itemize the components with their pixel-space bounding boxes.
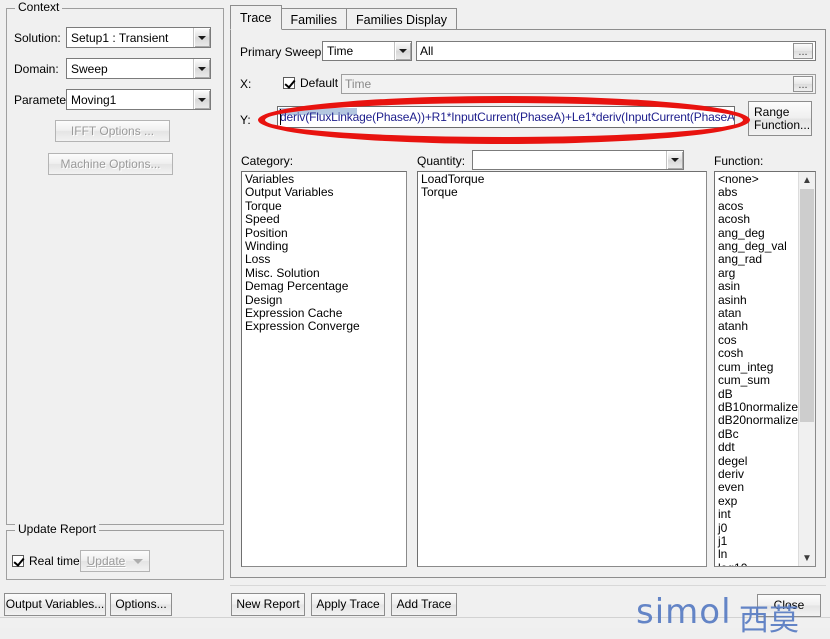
chevron-down-icon[interactable] (193, 28, 210, 47)
list-item[interactable]: Design (242, 293, 406, 307)
list-item[interactable]: Position (242, 226, 406, 240)
quantity-combo[interactable] (472, 150, 684, 170)
real-time-label: Real time (29, 554, 80, 568)
chevron-down-icon[interactable] (666, 151, 683, 169)
quantity-list: LoadTorque Torque (418, 172, 706, 200)
tab-families-display[interactable]: Families Display (346, 8, 458, 30)
tab-trace[interactable]: Trace (230, 5, 282, 30)
close-button[interactable]: Close (757, 594, 821, 617)
scrollbar-thumb[interactable] (800, 189, 814, 422)
machine-options-button[interactable]: Machine Options... (48, 153, 173, 175)
list-item[interactable]: Expression Converge (242, 320, 406, 334)
status-bar (0, 617, 830, 628)
update-button-label: Update (86, 553, 126, 568)
real-time-checkbox[interactable]: Real time (12, 554, 80, 568)
context-group: Context (6, 1, 224, 525)
tab-families[interactable]: Families (280, 8, 348, 30)
function-listbox[interactable]: <none> abs acos acosh ang_deg ang_deg_val ang_… (714, 171, 816, 567)
scroll-down-icon[interactable]: ▼ (799, 550, 815, 566)
x-browse-button[interactable]: ... (793, 76, 813, 92)
x-expression-value: Time (345, 77, 372, 91)
quantity-label: Quantity: (417, 154, 466, 168)
list-item[interactable]: Demag Percentage (242, 279, 406, 293)
range-function-label: Range Function... (754, 104, 811, 132)
function-list-scrollbar[interactable]: ▲ ▼ (798, 172, 815, 566)
domain-combo[interactable]: Sweep (66, 58, 211, 79)
y-expression-field[interactable]: deriv(FluxLinkage(PhaseA))+R1*InputCurre… (277, 106, 735, 128)
category-label: Category: (241, 154, 294, 168)
list-item[interactable]: Loss (242, 253, 406, 267)
list-item[interactable]: Variables (242, 172, 406, 186)
x-label: X: (240, 77, 252, 91)
primary-sweep-browse-button[interactable]: ... (793, 43, 813, 59)
text-caret (280, 109, 281, 125)
parameter-combo-value: Moving1 (71, 92, 117, 107)
chevron-down-icon[interactable] (394, 42, 411, 60)
checkbox-checked-icon[interactable] (12, 555, 24, 567)
x-expression-field[interactable]: Time (341, 74, 816, 94)
function-label: Function: (714, 154, 764, 168)
chevron-down-icon[interactable] (193, 59, 210, 78)
quantity-listbox[interactable]: LoadTorque Torque (417, 171, 707, 567)
primary-sweep-label: Primary Sweep: (240, 45, 325, 59)
ifft-options-button[interactable]: IFFT Options ... (55, 120, 170, 142)
domain-label: Domain: (14, 62, 59, 76)
context-group-legend: Context (15, 1, 63, 13)
primary-sweep-value: Time (327, 44, 354, 58)
checkbox-checked-icon[interactable] (283, 77, 295, 89)
add-trace-button[interactable]: Add Trace (391, 593, 457, 616)
update-button[interactable]: Update (80, 550, 150, 572)
solution-combo[interactable]: Setup1 : Transient (66, 27, 211, 48)
solution-label: Solution: (14, 31, 61, 45)
category-listbox[interactable]: Variables Output Variables Torque Speed Posi… (241, 171, 407, 567)
parameter-combo[interactable]: Moving1 (66, 89, 211, 110)
update-report-group-legend: Update Report (15, 523, 100, 535)
x-default-label: Default (300, 76, 339, 90)
category-list: Variables Output Variables Torque Speed Posi… (242, 172, 406, 334)
primary-sweep-combo[interactable]: Time (322, 41, 412, 61)
y-label: Y: (240, 113, 251, 127)
range-function-button[interactable]: Range Function... (748, 101, 812, 136)
new-report-button[interactable]: New Report (231, 593, 305, 616)
options-button[interactable]: Options... (110, 593, 172, 616)
list-item[interactable]: Misc. Solution (242, 266, 406, 280)
footer-divider (230, 585, 826, 586)
list-item[interactable]: Torque (242, 199, 406, 213)
y-expression-value: deriv(FluxLinkage(PhaseA))+R1*InputCurre… (280, 110, 735, 124)
primary-sweep-range-value: All (420, 44, 434, 58)
list-item[interactable]: Expression Cache (242, 306, 406, 320)
chevron-down-icon[interactable] (193, 90, 210, 109)
list-item[interactable]: Output Variables (242, 185, 406, 199)
parameter-label: Parameter: (14, 93, 74, 107)
scroll-up-icon[interactable]: ▲ (799, 172, 815, 188)
list-item[interactable]: Speed (242, 212, 406, 226)
solution-combo-value: Setup1 : Transient (71, 30, 169, 45)
x-default-checkbox[interactable]: Default (283, 76, 338, 90)
output-variables-button[interactable]: Output Variables... (4, 593, 106, 616)
chevron-down-icon[interactable] (133, 558, 144, 564)
tab-strip: Trace Families Families Display (230, 4, 458, 30)
apply-trace-button[interactable]: Apply Trace (311, 593, 385, 616)
list-item[interactable]: LoadTorque (418, 172, 706, 186)
dialog-root: Context Solution: Setup1 : Transient Dom… (0, 0, 830, 638)
list-item[interactable]: Torque (418, 185, 706, 199)
list-item[interactable]: Winding (242, 239, 406, 253)
domain-combo-value: Sweep (71, 61, 108, 76)
primary-sweep-range-field[interactable]: All (416, 41, 816, 61)
